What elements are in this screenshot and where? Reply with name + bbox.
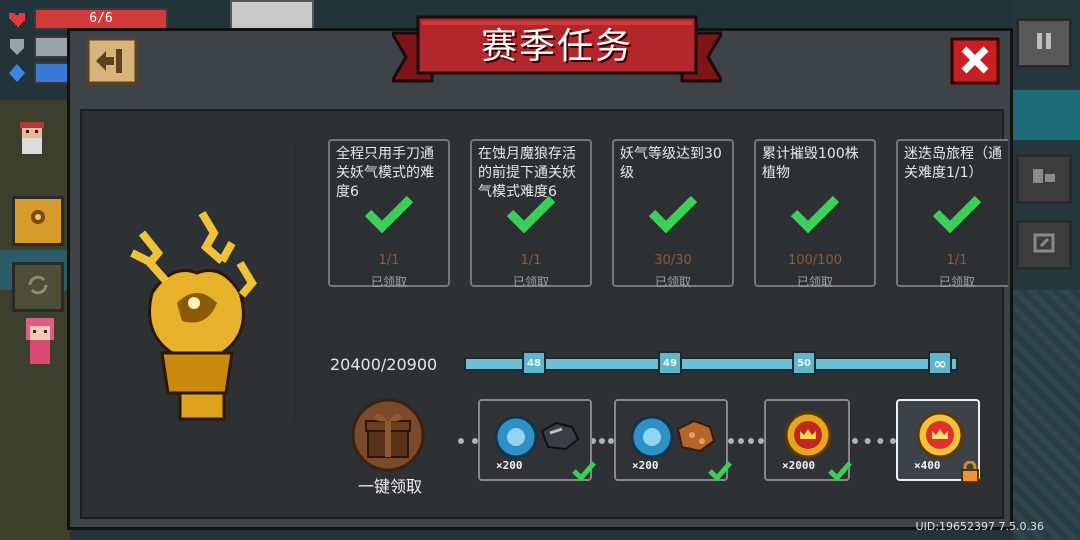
reward-quantity: ×2000 <box>782 459 816 472</box>
title-ribbon: 赛季任务 <box>392 11 722 93</box>
check-icon <box>364 195 414 233</box>
gold-coin-icon <box>784 411 832 459</box>
refresh-icon <box>26 273 50 301</box>
gift-icon <box>351 398 425 472</box>
back-arrow-icon <box>86 37 138 85</box>
pause-icon <box>1033 30 1055 56</box>
connector-dots <box>852 438 896 450</box>
quest-description: 累计摧毁100株植物 <box>762 146 859 181</box>
season-quest-window: 赛季任务 全程只用手刀通关妖气模式的难度6 1/1 已领取 在蚀月魔狼存活的前提… <box>67 15 1013 530</box>
reward-slot[interactable]: ×200 <box>614 399 732 481</box>
pause-button[interactable] <box>1016 18 1072 68</box>
exit-button[interactable] <box>1016 220 1072 270</box>
level-node: 50 <box>792 351 816 375</box>
quest-status: 已领取 <box>654 275 691 289</box>
connector-dots <box>728 438 764 450</box>
chat-icon <box>1031 166 1057 192</box>
quest-card[interactable]: 妖气等级达到30级 30/30 已领取 <box>612 139 734 289</box>
npc-sprite-icon <box>12 120 52 160</box>
uid-version-label: UID:19652397 7.5.0.36 <box>915 520 1044 533</box>
quest-description: 迷迭岛旅程（通关难度1/1） <box>904 146 1002 181</box>
quest-status: 已领取 <box>938 275 975 289</box>
quest-progress: 100/100 <box>787 253 842 268</box>
claimed-check-icon <box>572 461 596 481</box>
check-icon <box>790 195 840 233</box>
golden-trophy-icon <box>122 203 272 425</box>
heart-icon <box>6 8 28 30</box>
level-node: ∞ <box>928 351 952 375</box>
quest-progress: 1/1 <box>378 253 400 268</box>
exit-icon <box>1032 232 1056 258</box>
close-button[interactable] <box>950 37 1000 85</box>
connector-dots <box>590 438 614 450</box>
quest-status: 已领取 <box>796 275 833 289</box>
chat-button[interactable] <box>1016 154 1072 204</box>
season-points: 20400/20900 <box>330 355 438 374</box>
quest-status: 已领取 <box>512 275 549 289</box>
refresh-button[interactable] <box>12 262 64 312</box>
quest-progress: 30/30 <box>654 253 692 268</box>
check-icon <box>648 195 698 233</box>
claim-all-button[interactable] <box>350 397 426 473</box>
pink-hair-npc-icon <box>22 316 58 372</box>
reward-quantity: ×200 <box>496 459 523 472</box>
shield-icon <box>6 36 28 58</box>
level-node: 48 <box>522 351 546 375</box>
map-pin-icon <box>26 207 50 235</box>
quest-panel: 全程只用手刀通关妖气模式的难度6 1/1 已领取 在蚀月魔狼存活的前提下通关妖气… <box>80 109 1008 519</box>
quest-description: 妖气等级达到30级 <box>620 146 722 181</box>
reward-slot[interactable]: ×2000 <box>764 399 852 481</box>
health-text: 6/6 <box>89 11 113 26</box>
gold-coin-icon <box>916 411 964 459</box>
quest-status: 已领取 <box>370 275 407 289</box>
health-bar: 6/6 <box>34 8 168 30</box>
quest-card-list[interactable]: 全程只用手刀通关妖气模式的难度6 1/1 已领取 在蚀月魔狼存活的前提下通关妖气… <box>328 139 1008 291</box>
level-node: 49 <box>658 351 682 375</box>
lock-icon <box>961 461 979 483</box>
quest-card[interactable]: 迷迭岛旅程（通关难度1/1） 1/1 已领取 <box>896 139 1008 289</box>
map-pin-button[interactable] <box>12 196 64 246</box>
reward-quantity: ×200 <box>632 459 659 472</box>
quest-progress: 1/1 <box>946 253 968 268</box>
back-button[interactable] <box>86 37 138 85</box>
blue-gem-icon <box>494 415 580 459</box>
energy-diamond-icon <box>6 62 28 84</box>
quest-card[interactable]: 全程只用手刀通关妖气模式的难度6 1/1 已领取 <box>328 139 450 289</box>
reward-slot-locked[interactable]: ×400 <box>896 399 980 483</box>
reward-quantity: ×400 <box>914 459 941 472</box>
window-title: 赛季任务 <box>480 26 633 67</box>
panel-divider <box>294 141 296 421</box>
connector-dots <box>458 438 478 450</box>
check-icon <box>932 195 982 233</box>
quest-card[interactable]: 在蚀月魔狼存活的前提下通关妖气模式难度6 1/1 已领取 <box>470 139 592 289</box>
quest-card[interactable]: 累计摧毁100株植物 100/100 已领取 <box>754 139 876 289</box>
close-icon <box>950 37 1000 85</box>
claimed-check-icon <box>828 461 852 481</box>
claimed-check-icon <box>708 461 732 481</box>
copper-ore-icon <box>630 415 716 459</box>
claim-all-label: 一键领取 <box>357 477 422 496</box>
reward-slot[interactable]: ×200 <box>478 399 596 481</box>
check-icon <box>506 195 556 233</box>
quest-progress: 1/1 <box>520 253 542 268</box>
